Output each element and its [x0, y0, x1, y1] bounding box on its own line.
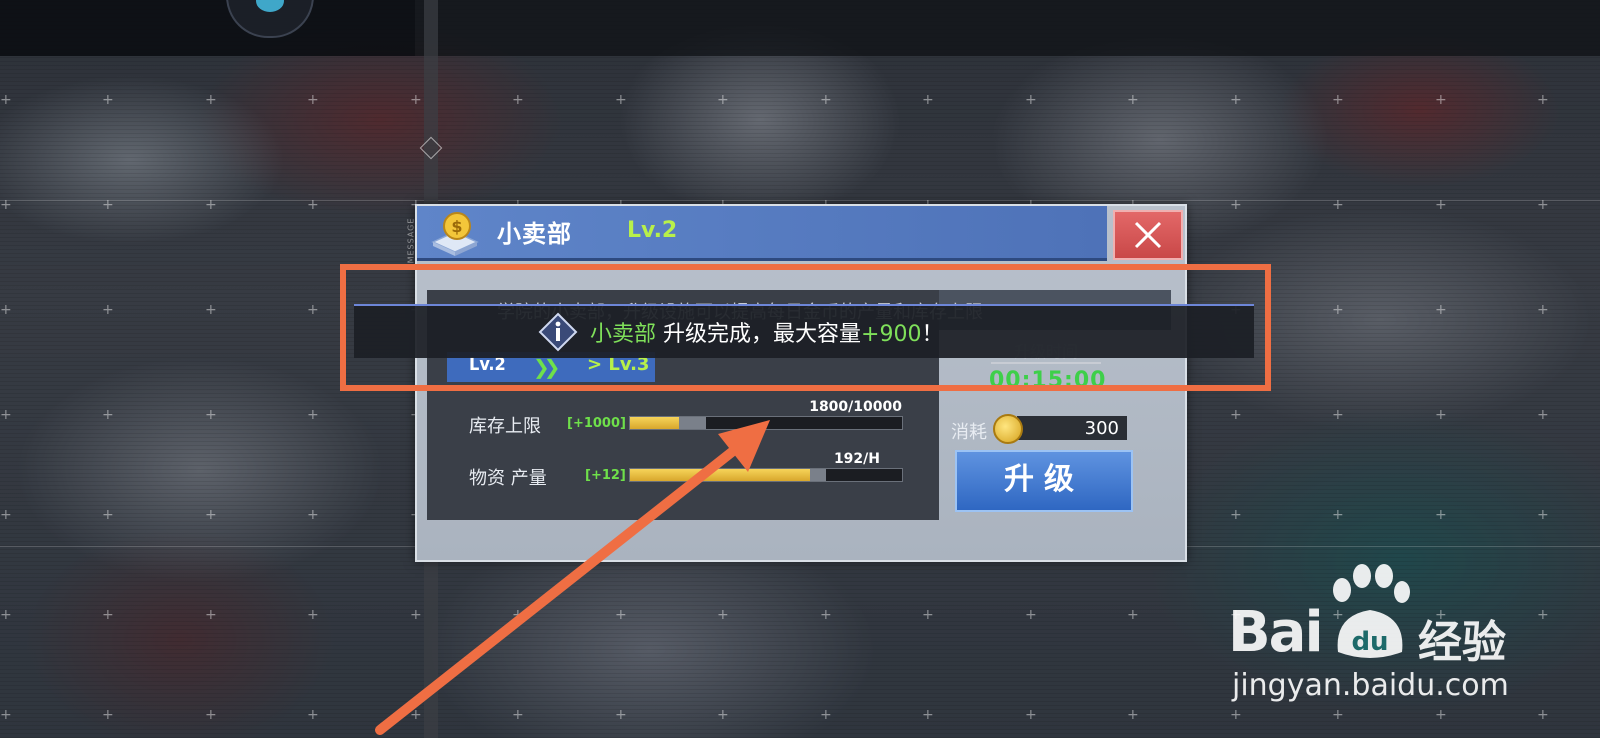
paw-logo-icon: du: [1333, 564, 1410, 658]
baidu-watermark: Bai du 经验 jingyan.baidu.com: [1228, 560, 1568, 710]
watermark-brand-cn: 经验: [1418, 617, 1506, 668]
watermark-url: jingyan.baidu.com: [1232, 668, 1509, 703]
watermark-brand: Bai: [1228, 600, 1324, 665]
svg-text:du: du: [1351, 627, 1388, 657]
